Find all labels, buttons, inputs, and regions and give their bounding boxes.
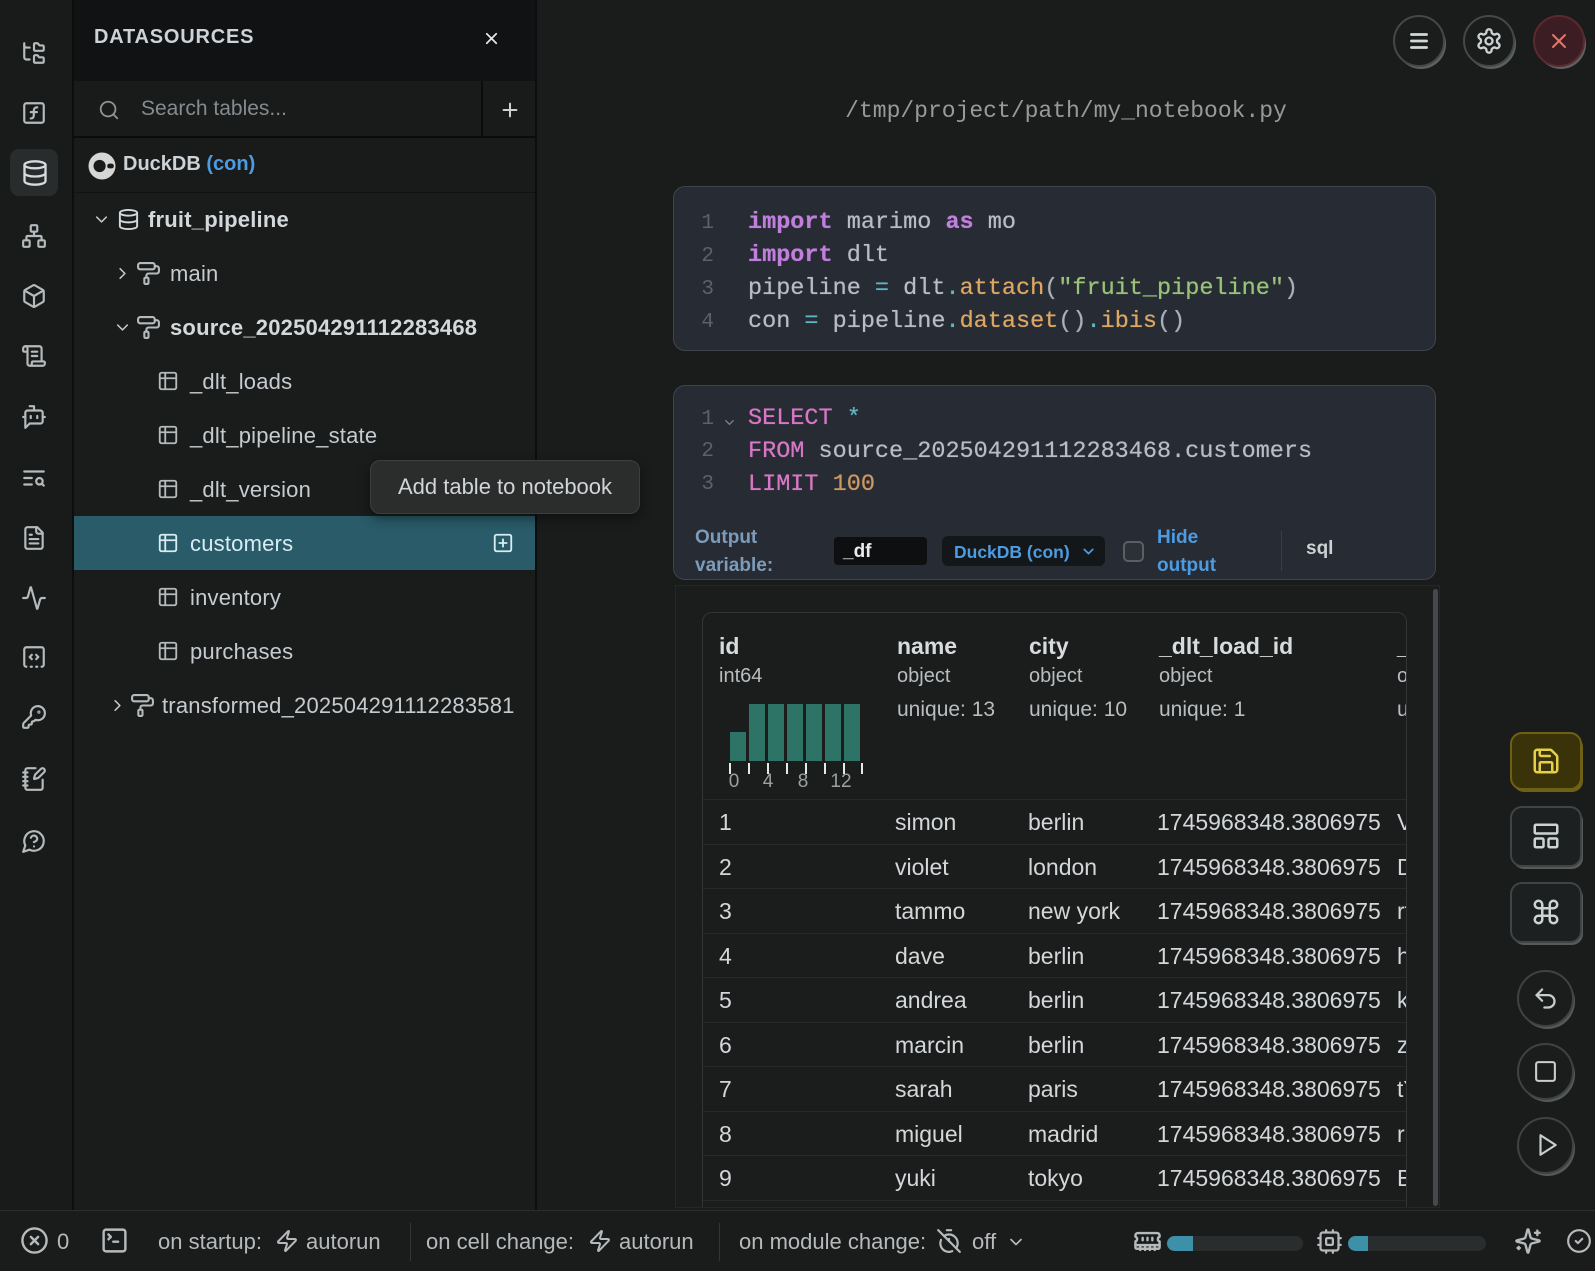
svg-text:0: 0 — [729, 771, 740, 788]
svg-text:12: 12 — [830, 771, 851, 788]
svg-text:4: 4 — [763, 771, 774, 788]
svg-text:8: 8 — [798, 771, 809, 788]
